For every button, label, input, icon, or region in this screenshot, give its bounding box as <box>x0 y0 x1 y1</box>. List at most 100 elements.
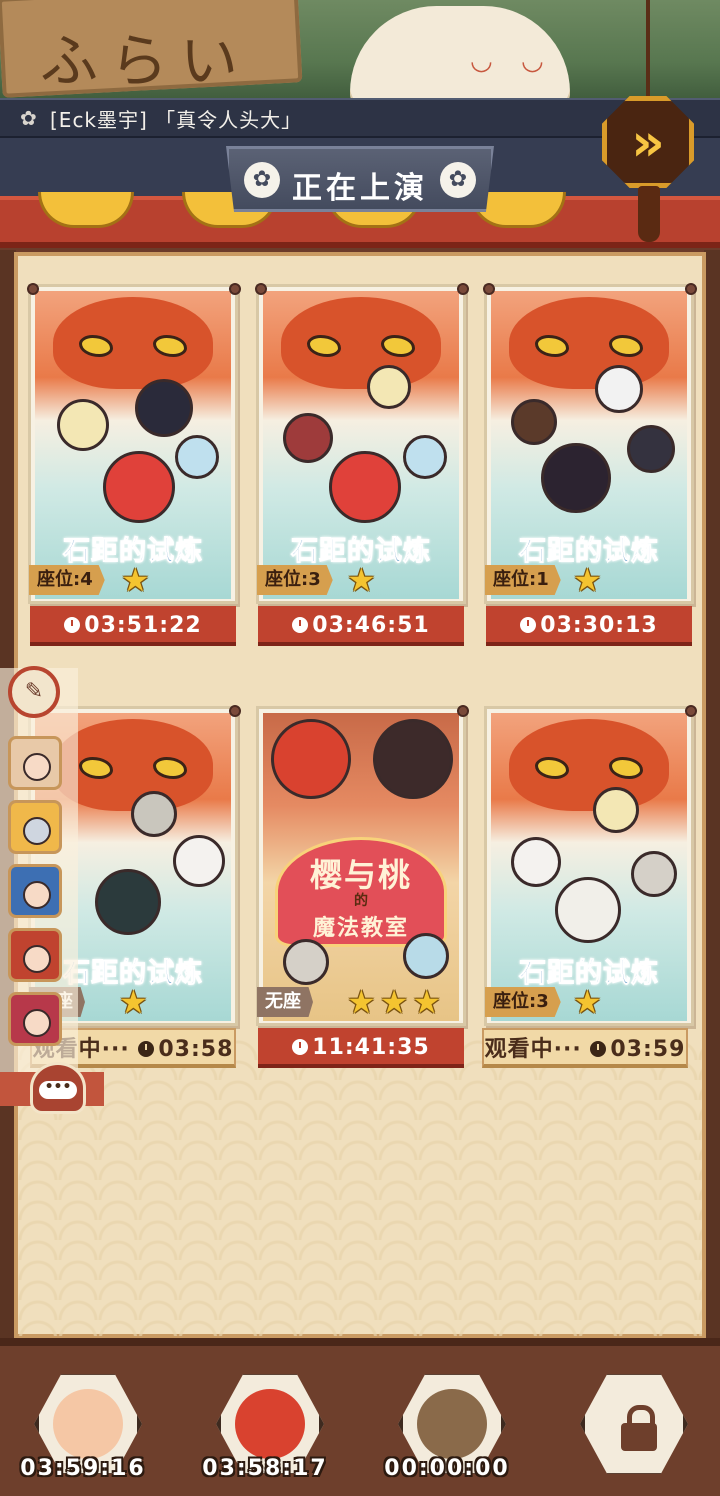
show-card-art: 石距的试炼 <box>491 713 687 1021</box>
slot-timer: 03:59:16 <box>20 1456 146 1481</box>
side-avatar[interactable] <box>8 800 62 854</box>
chat-icon: ••• <box>39 1080 77 1099</box>
characters-illustration <box>511 365 675 539</box>
timer-text: 03:30:13 <box>540 613 658 638</box>
oni-mask-icon <box>281 297 441 389</box>
chibi-character <box>135 379 193 437</box>
slot-timer: 00:00:00 <box>384 1456 510 1481</box>
clock-icon <box>292 1039 309 1055</box>
pin-icon <box>229 705 241 717</box>
chibi-character <box>367 365 411 409</box>
oni-mask-icon <box>509 719 669 811</box>
show-card[interactable]: 石距的试炼 座位:4 ★ <box>27 283 241 604</box>
clock-icon <box>64 617 81 633</box>
seat-tag: 座位:1 <box>485 565 561 595</box>
show-timer: 03:46:51 <box>258 606 464 646</box>
pin-icon <box>457 283 469 295</box>
chibi-character <box>95 869 161 935</box>
characters-illustration <box>55 791 225 961</box>
avatar-face <box>23 753 51 781</box>
star-rating: ★ <box>121 561 154 599</box>
character-avatar-icon <box>53 1389 123 1459</box>
timer-text: 11:41:35 <box>312 1035 430 1060</box>
seat-tag: 座位:3 <box>485 987 561 1017</box>
double-chevron-right-icon: » <box>631 113 665 173</box>
clock-icon <box>292 617 309 633</box>
pin-icon <box>27 283 39 295</box>
marquee-text: [Eck墨宇] 「真令人头大」 <box>50 108 303 132</box>
chibi-character <box>283 939 329 985</box>
characters-illustration <box>55 379 219 539</box>
rope-decoration <box>646 0 650 104</box>
show-timer-watching: 观看中··· 03:59 <box>482 1028 688 1068</box>
chibi-character <box>329 451 401 523</box>
pin-icon <box>457 705 469 717</box>
chibi-character <box>175 435 219 479</box>
show-card[interactable]: 石距的试炼 座位:3 ★ <box>255 283 469 604</box>
star-rating: ★ <box>573 983 606 1021</box>
chibi-character <box>511 399 557 445</box>
chibi-character <box>555 877 621 943</box>
broom-icon[interactable]: ✎ <box>8 666 60 718</box>
lock-icon <box>621 1405 657 1451</box>
chibi-character <box>541 443 611 513</box>
show-card[interactable]: 樱与桃 的 魔法教室 无座 ★★★ <box>256 705 469 1026</box>
oni-avatar-icon <box>235 1389 305 1459</box>
chibi-character <box>403 435 447 479</box>
chibi-character <box>131 791 177 837</box>
show-card-art: 石距的试炼 <box>263 291 459 599</box>
chibi-character <box>173 835 225 887</box>
clock-icon <box>520 617 537 633</box>
chibi-character <box>511 837 561 887</box>
show-card-art: 樱与桃 的 魔法教室 <box>263 713 459 1021</box>
oni-mask-icon <box>509 297 669 389</box>
chat-button[interactable]: ••• <box>30 1062 86 1114</box>
chibi-character <box>373 719 453 799</box>
special-title-fan: 樱与桃 的 魔法教室 <box>275 837 447 947</box>
watching-label: 观看中··· <box>484 1037 582 1062</box>
clock-icon <box>590 1041 607 1057</box>
pin-icon <box>685 705 697 717</box>
chibi-character <box>103 451 175 523</box>
chibi-character <box>57 399 109 451</box>
star-rating: ★ <box>573 561 606 599</box>
side-avatar[interactable] <box>8 864 62 918</box>
special-title-line2: 的 <box>354 893 368 909</box>
right-rail <box>704 250 720 1340</box>
show-card-art: 石距的试炼 <box>491 291 687 599</box>
star-rating: ★ <box>347 561 380 599</box>
sign-text: ふらい <box>40 27 251 95</box>
show-timer: 03:51:22 <box>30 606 236 646</box>
show-timer: 03:30:13 <box>486 606 692 646</box>
characters-illustration <box>283 365 447 539</box>
side-avatar[interactable] <box>8 928 62 982</box>
avatar-face <box>23 1009 51 1037</box>
tassel-decoration <box>638 186 660 242</box>
timer-text: 03:51:22 <box>84 613 202 638</box>
avatar-face <box>23 881 51 909</box>
timer-text: 03:46:51 <box>312 613 430 638</box>
pin-icon <box>255 283 267 295</box>
flower-icon: ✿ <box>20 106 37 130</box>
show-timer: 11:41:35 <box>258 1028 464 1068</box>
chibi-character <box>271 719 351 799</box>
timer-text: 03:59 <box>610 1037 686 1062</box>
top-scene: ふらい ◡ ◡ <box>0 0 720 104</box>
side-avatar[interactable] <box>8 736 62 790</box>
seat-tag: 座位:3 <box>257 565 333 595</box>
star-rating: ★★★ <box>347 983 446 1021</box>
wave-pattern <box>18 1040 702 1336</box>
side-avatar[interactable] <box>8 992 62 1046</box>
chibi-character <box>593 787 639 833</box>
show-card[interactable]: 石距的试炼 座位:3 ★ <box>484 705 697 1026</box>
pin-icon <box>229 283 241 295</box>
slot-timer: 03:58:17 <box>202 1456 328 1481</box>
show-card[interactable]: 石距的试炼 座位:1 ★ <box>483 283 697 604</box>
show-card-art: 石距的试炼 <box>35 291 231 599</box>
avatar-face <box>23 945 51 973</box>
pin-icon <box>685 283 697 295</box>
oni-mask-icon <box>53 297 213 389</box>
hat-character-avatar-icon <box>417 1389 487 1459</box>
seat-tag: 无座 <box>257 987 313 1017</box>
characters-illustration <box>511 787 677 961</box>
